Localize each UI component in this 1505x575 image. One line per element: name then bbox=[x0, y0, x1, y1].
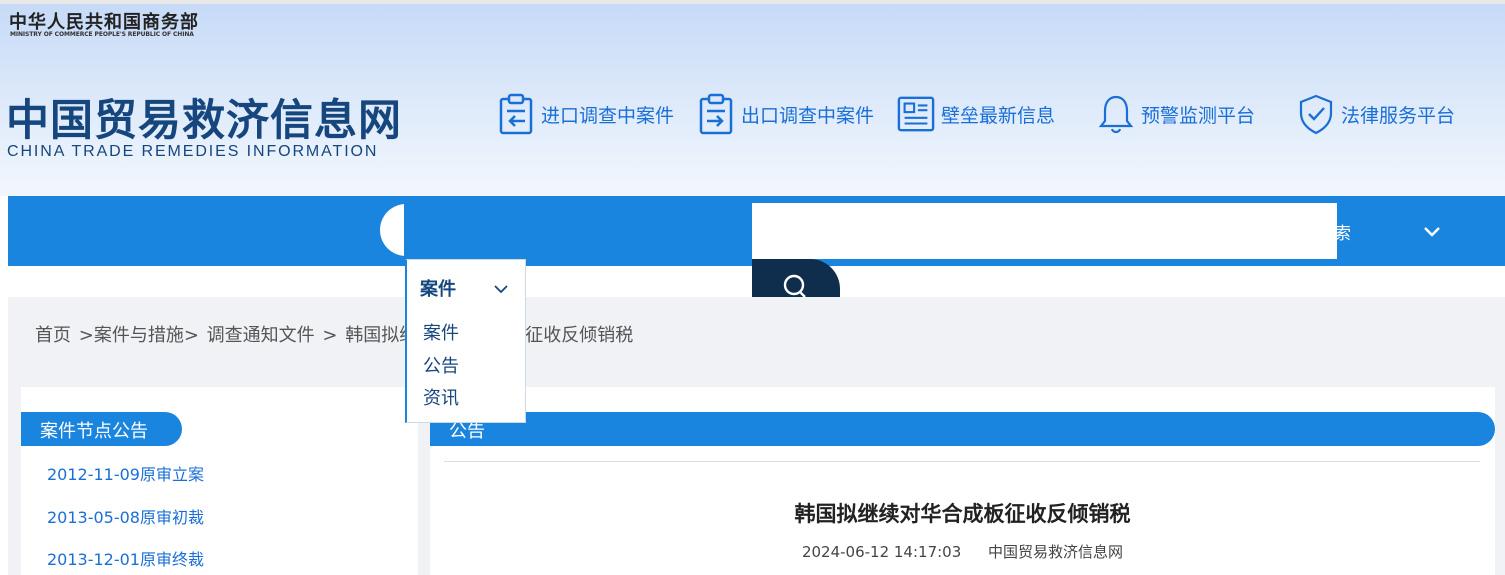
quick-link-warning-platform[interactable]: 预警监测平台 bbox=[1097, 92, 1255, 136]
quick-link-export-cases[interactable]: 出口调查中案件 bbox=[697, 92, 874, 136]
article-datetime: 2024-06-12 14:17:03 bbox=[801, 543, 962, 561]
quick-link-import-cases[interactable]: 进口调查中案件 bbox=[497, 92, 674, 136]
site-logo-en[interactable]: CHINA TRADE REMEDIES INFORMATION bbox=[7, 143, 378, 161]
shield-check-icon bbox=[1297, 92, 1335, 136]
breadcrumb-home[interactable]: 首页 bbox=[35, 325, 71, 346]
quick-link-label: 壁垒最新信息 bbox=[941, 104, 1056, 127]
search-category-dropdown[interactable]: 案件 案件 公告 资讯 bbox=[405, 259, 526, 423]
bell-icon bbox=[1097, 92, 1135, 136]
dropdown-option-news[interactable]: 资讯 bbox=[423, 384, 459, 410]
breadcrumb-investigation-notices[interactable]: 调查通知文件 bbox=[207, 325, 315, 346]
dropdown-option-announcements[interactable]: 公告 bbox=[423, 352, 459, 378]
article-title: 韩国拟继续对华合成板征收反倾销税 bbox=[794, 501, 1131, 526]
breadcrumb-separator: > bbox=[322, 325, 338, 346]
quick-link-barrier-news[interactable]: 壁垒最新信息 bbox=[897, 92, 1055, 136]
search-input[interactable] bbox=[752, 203, 1337, 259]
chevron-down-icon[interactable] bbox=[1420, 220, 1444, 248]
quick-link-label: 法律服务平台 bbox=[1341, 104, 1456, 127]
document-list-icon bbox=[897, 92, 935, 136]
ministry-name-en[interactable]: MINISTRY OF COMMERCE PEOPLE'S REPUBLIC O… bbox=[10, 31, 194, 38]
search-button[interactable] bbox=[752, 259, 840, 297]
breadcrumb-cases-measures[interactable]: >案件与措施> bbox=[79, 325, 199, 346]
dropdown-selected-value[interactable]: 案件 bbox=[420, 275, 456, 301]
dropdown-option-cases[interactable]: 案件 bbox=[423, 319, 459, 345]
clipboard-export-icon bbox=[697, 92, 735, 136]
search-label[interactable]: 搜索 bbox=[1317, 219, 1351, 244]
search-category-area[interactable] bbox=[404, 204, 750, 259]
quick-link-legal-platform[interactable]: 法律服务平台 bbox=[1297, 92, 1455, 136]
chevron-down-icon[interactable] bbox=[493, 281, 509, 300]
case-node-item[interactable]: 2013-05-08原审初裁 bbox=[47, 504, 204, 528]
article-source: 中国贸易救济信息网 bbox=[988, 543, 1124, 561]
breadcrumb: 首页 >案件与措施> 调查通知文件 > 韩国拟继续对华合成板征收反倾销税 bbox=[35, 321, 635, 347]
quick-link-label: 预警监测平台 bbox=[1141, 104, 1256, 127]
article-meta: 2024-06-12 14:17:03 中国贸易救济信息网 bbox=[430, 541, 1495, 562]
quick-link-label: 出口调查中案件 bbox=[741, 104, 875, 127]
site-logo-cn[interactable]: 中国贸易救济信息网 bbox=[6, 86, 402, 148]
divider bbox=[444, 461, 1480, 462]
announcement-title-bar: 公告 bbox=[430, 412, 1495, 446]
case-node-title: 案件节点公告 bbox=[21, 412, 182, 446]
case-node-item[interactable]: 2012-11-09原审立案 bbox=[47, 461, 204, 485]
clipboard-import-icon bbox=[497, 92, 535, 136]
search-icon bbox=[783, 274, 806, 297]
case-node-item[interactable]: 2013-12-01原审终裁 bbox=[47, 546, 204, 570]
quick-link-label: 进口调查中案件 bbox=[541, 104, 675, 127]
